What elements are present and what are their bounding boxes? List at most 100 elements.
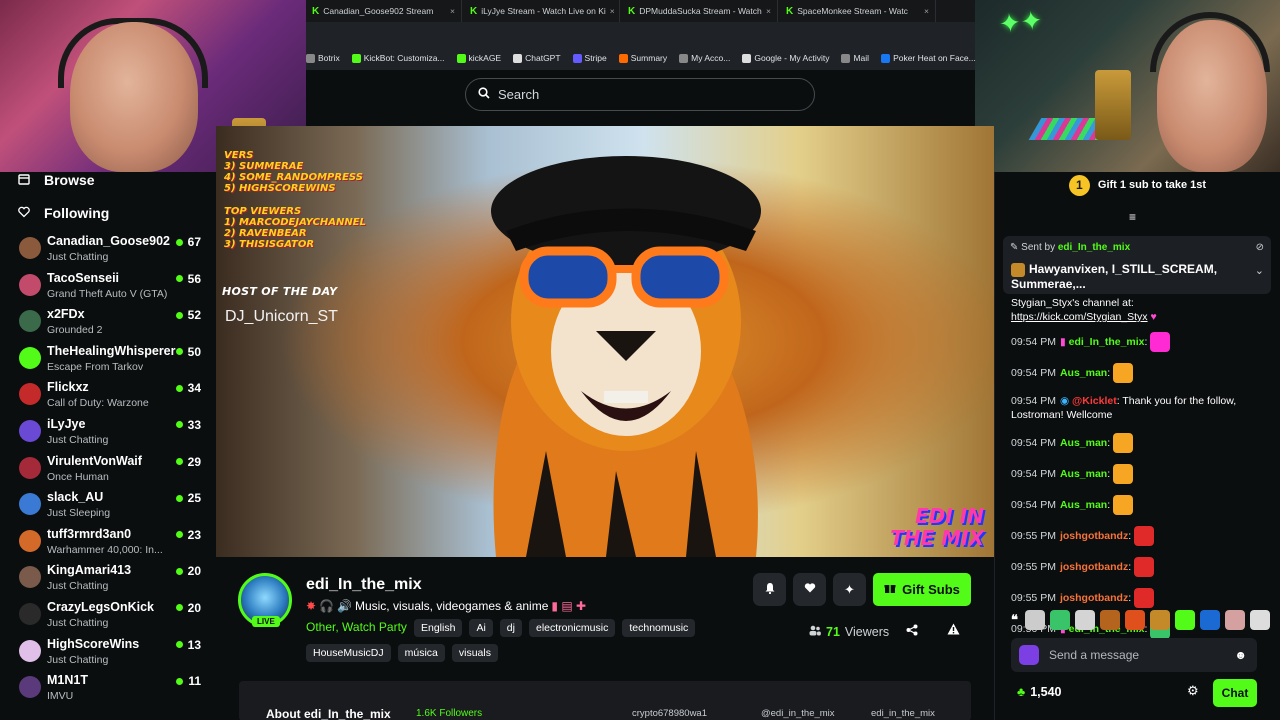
sidebar-channel[interactable]: tuff3rmrd3an0 Warhammer 40,000: In... 23 bbox=[0, 524, 216, 561]
live-badge: LIVE bbox=[252, 616, 280, 627]
chat-input[interactable] bbox=[1049, 648, 1225, 662]
chat-username[interactable]: edi_In_the_mix bbox=[1069, 336, 1145, 348]
bookmark-item[interactable]: Botrix bbox=[306, 53, 340, 63]
sidebar-channel[interactable]: Canadian_Goose902 Just Chatting 67 bbox=[0, 231, 216, 268]
sparkle-button[interactable]: ✦ bbox=[833, 573, 866, 606]
quick-emote-icon[interactable] bbox=[1150, 610, 1170, 630]
channel-avatar bbox=[19, 237, 41, 259]
nav-browse[interactable]: Browse bbox=[0, 163, 216, 196]
stream-tag[interactable]: dj bbox=[499, 619, 522, 637]
chat-send-button[interactable]: Chat bbox=[1213, 679, 1257, 707]
channel-viewer-count: 13 bbox=[187, 637, 201, 652]
chat-timestamp: 09:54 PM bbox=[1011, 467, 1056, 480]
pinned-by-user: edi_In_the_mix bbox=[1057, 242, 1131, 253]
pin-icon: ✎ bbox=[1010, 242, 1019, 253]
close-icon[interactable]: × bbox=[606, 6, 615, 16]
quick-emote-icon[interactable] bbox=[1050, 610, 1070, 630]
chevron-down-icon[interactable]: ⌄ bbox=[1255, 264, 1264, 277]
chat-username[interactable]: Aus_man bbox=[1060, 367, 1107, 379]
bookmark-item[interactable]: Mail bbox=[841, 53, 869, 63]
chat-input-box[interactable]: ☻ bbox=[1011, 638, 1257, 672]
chat-message: 09:55 PM joshgotbandz: bbox=[1011, 526, 1273, 546]
bookmark-item[interactable]: My Acco... bbox=[679, 53, 730, 63]
sidebar-channel[interactable]: Flickxz Call of Duty: Warzone 34 bbox=[0, 377, 216, 414]
bookmark-item[interactable]: kickAGE bbox=[456, 53, 501, 63]
social-youtube[interactable]: @edi_in_the_mix bbox=[761, 708, 835, 719]
channel-name[interactable]: edi_In_the_mix bbox=[306, 576, 422, 594]
sidebar-channel[interactable]: M1N1T IMVU 11 bbox=[0, 670, 216, 707]
quick-emote-icon[interactable] bbox=[1100, 610, 1120, 630]
video-player[interactable]: VERS 3) SUMMERAE 4) SOME_RANDOMPRESS 5) HIG… bbox=[216, 126, 994, 557]
browser-tab[interactable]: K Canadian_Goose902 Stream × bbox=[306, 0, 462, 22]
sidebar-channel[interactable]: HighScoreWins Just Chatting 13 bbox=[0, 634, 216, 671]
bookmark-item[interactable]: Google - My Activity bbox=[742, 53, 829, 63]
share-button[interactable] bbox=[906, 624, 918, 639]
sidebar-channel[interactable]: TacoSenseii Grand Theft Auto V (GTA) 56 bbox=[0, 268, 216, 305]
collapse-handle-icon[interactable]: ≡ bbox=[1129, 210, 1136, 224]
quick-emote-icon[interactable] bbox=[1250, 610, 1270, 630]
emoji-picker-icon[interactable]: ☻ bbox=[1234, 648, 1247, 662]
unpin-icon[interactable]: ⊘ bbox=[1256, 242, 1264, 253]
sidebar-channel[interactable]: CrazyLegsOnKick Just Chatting 20 bbox=[0, 597, 216, 634]
stream-tag[interactable]: English bbox=[414, 619, 463, 637]
notifications-button[interactable] bbox=[753, 573, 786, 606]
quick-emote-icon[interactable] bbox=[1125, 610, 1145, 630]
bookmark-item[interactable]: ChatGPT bbox=[513, 53, 561, 63]
channel-name: slack_AU bbox=[47, 490, 104, 505]
chat-settings-button[interactable]: ⚙ bbox=[1187, 683, 1199, 699]
quick-emote-icon[interactable] bbox=[1175, 610, 1195, 630]
chat-username[interactable]: joshgotbandz bbox=[1060, 530, 1128, 542]
close-icon[interactable]: × bbox=[446, 6, 455, 16]
streamer-face bbox=[1157, 20, 1267, 172]
stream-tag[interactable]: música bbox=[397, 644, 445, 662]
chat-username[interactable]: Aus_man bbox=[1060, 468, 1107, 480]
stream-tag[interactable]: Ai bbox=[469, 619, 493, 637]
quick-emote-icon[interactable] bbox=[1075, 610, 1095, 630]
sidebar-channel[interactable]: x2FDx Grounded 2 52 bbox=[0, 304, 216, 341]
social-tiktok[interactable]: edi_in_the_mix bbox=[871, 708, 935, 719]
report-button[interactable] bbox=[947, 623, 960, 638]
close-icon[interactable]: × bbox=[762, 6, 771, 16]
browser-tab[interactable]: K DPMuddaSucka Stream - Watch × bbox=[622, 0, 778, 22]
channel-viewer-count: 50 bbox=[187, 344, 201, 359]
follow-button[interactable] bbox=[793, 573, 826, 606]
bookmark-favicon-icon bbox=[513, 53, 523, 63]
search-box[interactable]: Search bbox=[465, 78, 815, 111]
browser-tab[interactable]: K SpaceMonkee Stream - Watc × bbox=[780, 0, 936, 22]
chat-username[interactable]: joshgotbandz bbox=[1060, 592, 1128, 604]
gift-subs-button[interactable]: Gift Subs bbox=[873, 573, 971, 606]
close-icon[interactable]: × bbox=[920, 6, 929, 16]
bookmark-item[interactable]: Summary bbox=[618, 53, 667, 63]
sidebar-channel[interactable]: KingAmari413 Just Chatting 20 bbox=[0, 560, 216, 597]
stream-categories[interactable]: Other, Watch Party bbox=[306, 620, 407, 634]
gift-leaderboard-banner[interactable]: 1 Gift 1 sub to take 1st bbox=[995, 172, 1280, 198]
partial-link[interactable]: https://kick.com/Stygian_Styx bbox=[1011, 311, 1148, 323]
browser-tab[interactable]: KiLyJye Stream - Watch Live on Ki × bbox=[464, 0, 620, 22]
stream-tag[interactable]: technomusic bbox=[622, 619, 696, 637]
chat-username[interactable]: Aus_man bbox=[1060, 437, 1107, 449]
social-x[interactable]: crypto678980wa1 bbox=[632, 708, 707, 719]
chat-username[interactable]: @Kicklet bbox=[1072, 395, 1117, 407]
chat-username[interactable]: joshgotbandz bbox=[1060, 561, 1128, 573]
nav-following[interactable]: Following bbox=[0, 196, 216, 229]
bookmark-label: Mail bbox=[853, 53, 870, 63]
bookmark-item[interactable]: Stripe bbox=[572, 53, 607, 63]
quick-emote-icon[interactable] bbox=[1225, 610, 1245, 630]
sidebar-channel[interactable]: VirulentVonWaif Once Human 29 bbox=[0, 451, 216, 488]
chat-emote-icon bbox=[1150, 332, 1171, 352]
sidebar-channel[interactable]: TheHealingWhisperer Escape From Tarkov 50 bbox=[0, 341, 216, 378]
quick-emote-icon[interactable] bbox=[1025, 610, 1045, 630]
kick-favicon-icon: K bbox=[786, 5, 794, 17]
quick-emote-icon[interactable] bbox=[1200, 610, 1220, 630]
stream-tag[interactable]: electronicmusic bbox=[528, 619, 616, 637]
chat-emote-icon bbox=[1113, 495, 1134, 515]
channel-points[interactable]: ♣ 1,540 bbox=[1017, 685, 1061, 699]
bookmark-item[interactable]: KickBot: Customiza... bbox=[351, 53, 445, 63]
sidebar-channel[interactable]: iLyJye Just Chatting 33 bbox=[0, 414, 216, 451]
stream-tag[interactable]: HouseMusicDJ bbox=[306, 644, 391, 662]
sidebar-channel[interactable]: slack_AU Just Sleeping 25 bbox=[0, 487, 216, 524]
chat-username[interactable]: Aus_man bbox=[1060, 499, 1107, 511]
channel-points-icon[interactable] bbox=[1019, 645, 1039, 665]
stream-tag[interactable]: visuals bbox=[451, 644, 498, 662]
bookmark-item[interactable]: Poker Heat on Face... bbox=[881, 53, 975, 63]
